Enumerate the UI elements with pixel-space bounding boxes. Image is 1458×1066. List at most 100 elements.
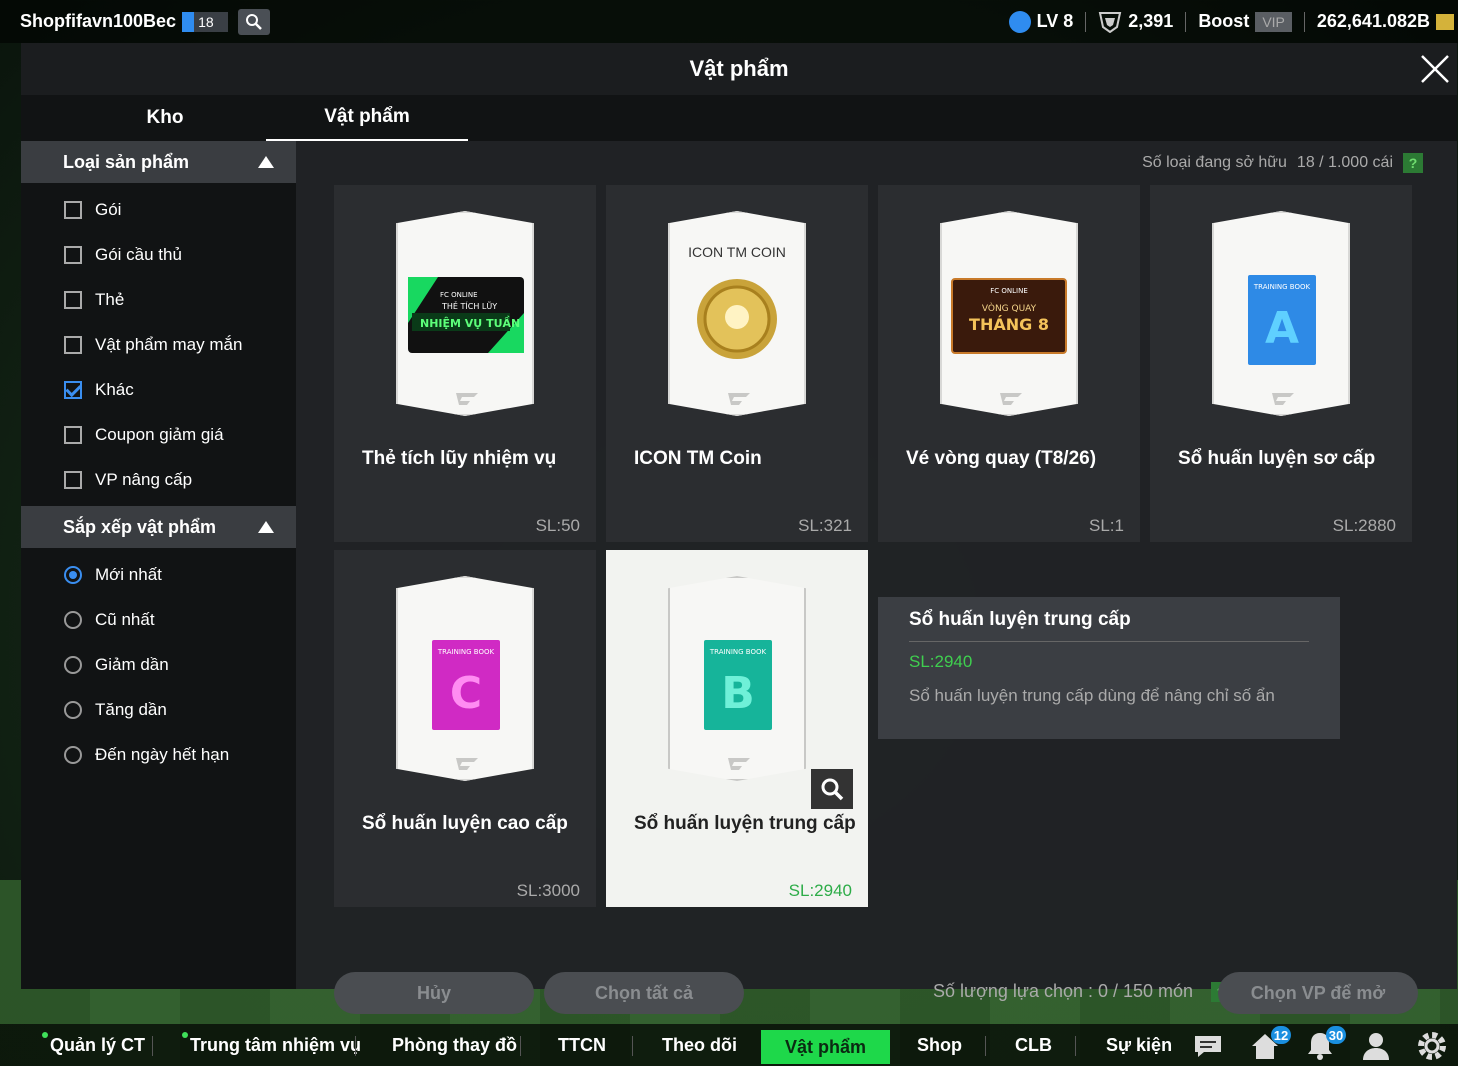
home-badge: 12 [1271, 1026, 1291, 1044]
notification-button[interactable]: 30 [1304, 1026, 1346, 1062]
sort-list: Mới nhất Cũ nhất Giảm dần Tăng dần Đến n… [21, 548, 296, 781]
item-card[interactable]: FC ONLINE VÒNG QUAY THÁNG 8 Vé vòng quay… [878, 185, 1140, 542]
item-card[interactable]: TRAINING BOOK C Sổ huấn luyện cao cấp SL… [334, 550, 596, 907]
category-option[interactable]: Khác [21, 367, 296, 412]
checkbox-checked[interactable] [64, 380, 82, 399]
category-option[interactable]: Gói cầu thủ [21, 232, 296, 277]
item-quantity: SL:2940 [788, 881, 852, 900]
checkbox[interactable] [64, 335, 82, 354]
sort-section-title: Sắp xếp vật phẩm [63, 516, 217, 537]
search-button[interactable] [238, 8, 271, 35]
art-text: VÒNG QUAY [982, 302, 1037, 314]
vip-badge[interactable]: VIP [1255, 11, 1292, 32]
card-frame: TRAINING BOOK B [668, 576, 806, 781]
art-text: FC ONLINE [440, 291, 478, 299]
owned-value: 18 / 1.000 cái [1296, 154, 1393, 171]
notification-dot [182, 1032, 188, 1038]
nav-quan-ly-ct[interactable]: Quản lý CT [42, 1024, 145, 1066]
category-option[interactable]: Coupon giảm giá [21, 412, 296, 457]
training-book-art: TRAINING BOOK C [432, 640, 500, 730]
sort-option[interactable]: Giảm dần [21, 642, 296, 687]
card-frame: ICON TM COIN [668, 211, 806, 416]
currency-area: LV 8 2,391 Boost VIP 262,641.082B [1008, 0, 1454, 43]
category-option[interactable]: Gói [21, 187, 296, 232]
radio[interactable] [64, 610, 82, 629]
divider [1303, 11, 1305, 32]
tab-vat-pham[interactable]: Vật phẩm [266, 95, 468, 141]
checkbox[interactable] [64, 200, 82, 219]
search-icon [246, 13, 262, 30]
item-card[interactable]: ICON TM COIN ICON TM Coin SL:321 [606, 185, 868, 542]
items-panel: Vật phẩm Kho Vật phẩm Loại sản phẩm Gói … [21, 43, 1457, 1014]
radio[interactable] [64, 700, 82, 719]
checkbox[interactable] [64, 290, 82, 309]
profile-icon[interactable] [1360, 1030, 1392, 1062]
home-button[interactable]: 12 [1249, 1026, 1291, 1062]
category-option[interactable]: VP nâng cấp [21, 457, 296, 502]
nav-vat-pham[interactable]: Vật phẩm [761, 1030, 891, 1064]
collapse-triangle-icon[interactable] [258, 156, 274, 168]
notification-dot [42, 1032, 48, 1038]
tab-kho[interactable]: Kho [65, 95, 265, 141]
cancel-button[interactable]: Hủy [334, 972, 534, 1014]
category-option[interactable]: Thẻ [21, 277, 296, 322]
level-icon [1008, 10, 1031, 33]
chat-icon[interactable] [1192, 1030, 1224, 1062]
radio[interactable] [64, 745, 82, 764]
card-frame: TRAINING BOOK C [396, 576, 534, 781]
nav-clb[interactable]: CLB [1015, 1024, 1052, 1066]
sort-section-header[interactable]: Sắp xếp vật phẩm [21, 506, 296, 548]
art-text: TRAINING BOOK [709, 648, 767, 656]
nav-su-kien[interactable]: Sự kiện [1106, 1024, 1172, 1066]
card-frame: TRAINING BOOK A [1212, 211, 1350, 416]
sort-label: Cũ nhất [95, 609, 155, 629]
nav-theo-doi[interactable]: Theo dõi [662, 1024, 737, 1066]
checkbox[interactable] [64, 245, 82, 264]
sort-label: Giảm dần [95, 654, 169, 674]
collapse-triangle-icon[interactable] [258, 521, 274, 533]
sort-option[interactable]: Cũ nhất [21, 597, 296, 642]
filter-sidebar: Loại sản phẩm Gói Gói cầu thủ Thẻ Vật ph… [21, 141, 296, 989]
bottom-navigation: Quản lý CT Trung tâm nhiệm vụ Phòng thay… [0, 1024, 1458, 1066]
item-card-selected[interactable]: TRAINING BOOK B Sổ huấn luyện trung cấp … [606, 550, 868, 907]
nav-shop[interactable]: Shop [917, 1024, 962, 1066]
level-badge: 18 [182, 11, 229, 32]
sort-option[interactable]: Mới nhất [21, 552, 296, 597]
top-status-bar: Shopfifavn100Bec 18 LV 8 2,391 Boost VIP… [0, 0, 1458, 43]
checkbox[interactable] [64, 425, 82, 444]
nav-phong-thay-do[interactable]: Phòng thay đồ [392, 1024, 517, 1066]
nav-ttcn[interactable]: TTCN [558, 1024, 606, 1066]
radio[interactable] [64, 655, 82, 674]
gear-icon[interactable] [1416, 1030, 1448, 1062]
username: Shopfifavn100Bec [20, 11, 177, 31]
open-items-button[interactable]: Chọn VP để mở [1218, 972, 1418, 1014]
nav-divider [1075, 1036, 1076, 1056]
category-label: Thẻ [95, 289, 125, 309]
card-frame: FC ONLINE THẺ TÍCH LŨY NHIỆM VỤ TUẦN [396, 211, 534, 416]
checkbox[interactable] [64, 470, 82, 489]
close-icon[interactable] [1419, 53, 1451, 85]
item-detail-tooltip: Sổ huấn luyện trung cấp SL:2940 Sổ huấn … [878, 597, 1340, 739]
item-card[interactable]: FC ONLINE THẺ TÍCH LŨY NHIỆM VỤ TUẦN Thẻ… [334, 185, 596, 542]
nav-label: Trung tâm nhiệm vụ [190, 1034, 362, 1055]
divider [1185, 11, 1187, 32]
boost-label[interactable]: Boost [1198, 11, 1249, 32]
art-text: ICON TM COIN [688, 244, 786, 260]
radio-selected[interactable] [64, 565, 82, 584]
coin-balance: 262,641.082B [1316, 11, 1430, 31]
category-option[interactable]: Vật phẩm may mắn [21, 322, 296, 367]
category-section-header[interactable]: Loại sản phẩm [21, 141, 296, 183]
sort-option[interactable]: Tăng dần [21, 687, 296, 732]
nav-divider [520, 1036, 521, 1056]
tooltip-item-description: Sổ huấn luyện trung cấp dùng để nâng chỉ… [909, 686, 1275, 705]
help-icon[interactable]: ? [1403, 153, 1423, 173]
sort-option[interactable]: Đến ngày hết hạn [21, 732, 296, 777]
sort-label: Mới nhất [95, 564, 162, 584]
select-all-button[interactable]: Chọn tất cả [544, 972, 744, 1014]
category-label: Khác [95, 379, 134, 399]
item-name: Sổ huấn luyện cao cấp [362, 813, 568, 834]
nav-trung-tam-nhiem-vu[interactable]: Trung tâm nhiệm vụ [182, 1024, 362, 1066]
art-text: THÁNG 8 [969, 315, 1049, 334]
zoom-button[interactable] [811, 769, 853, 809]
item-card[interactable]: TRAINING BOOK A Sổ huấn luyện sơ cấp SL:… [1150, 185, 1412, 542]
